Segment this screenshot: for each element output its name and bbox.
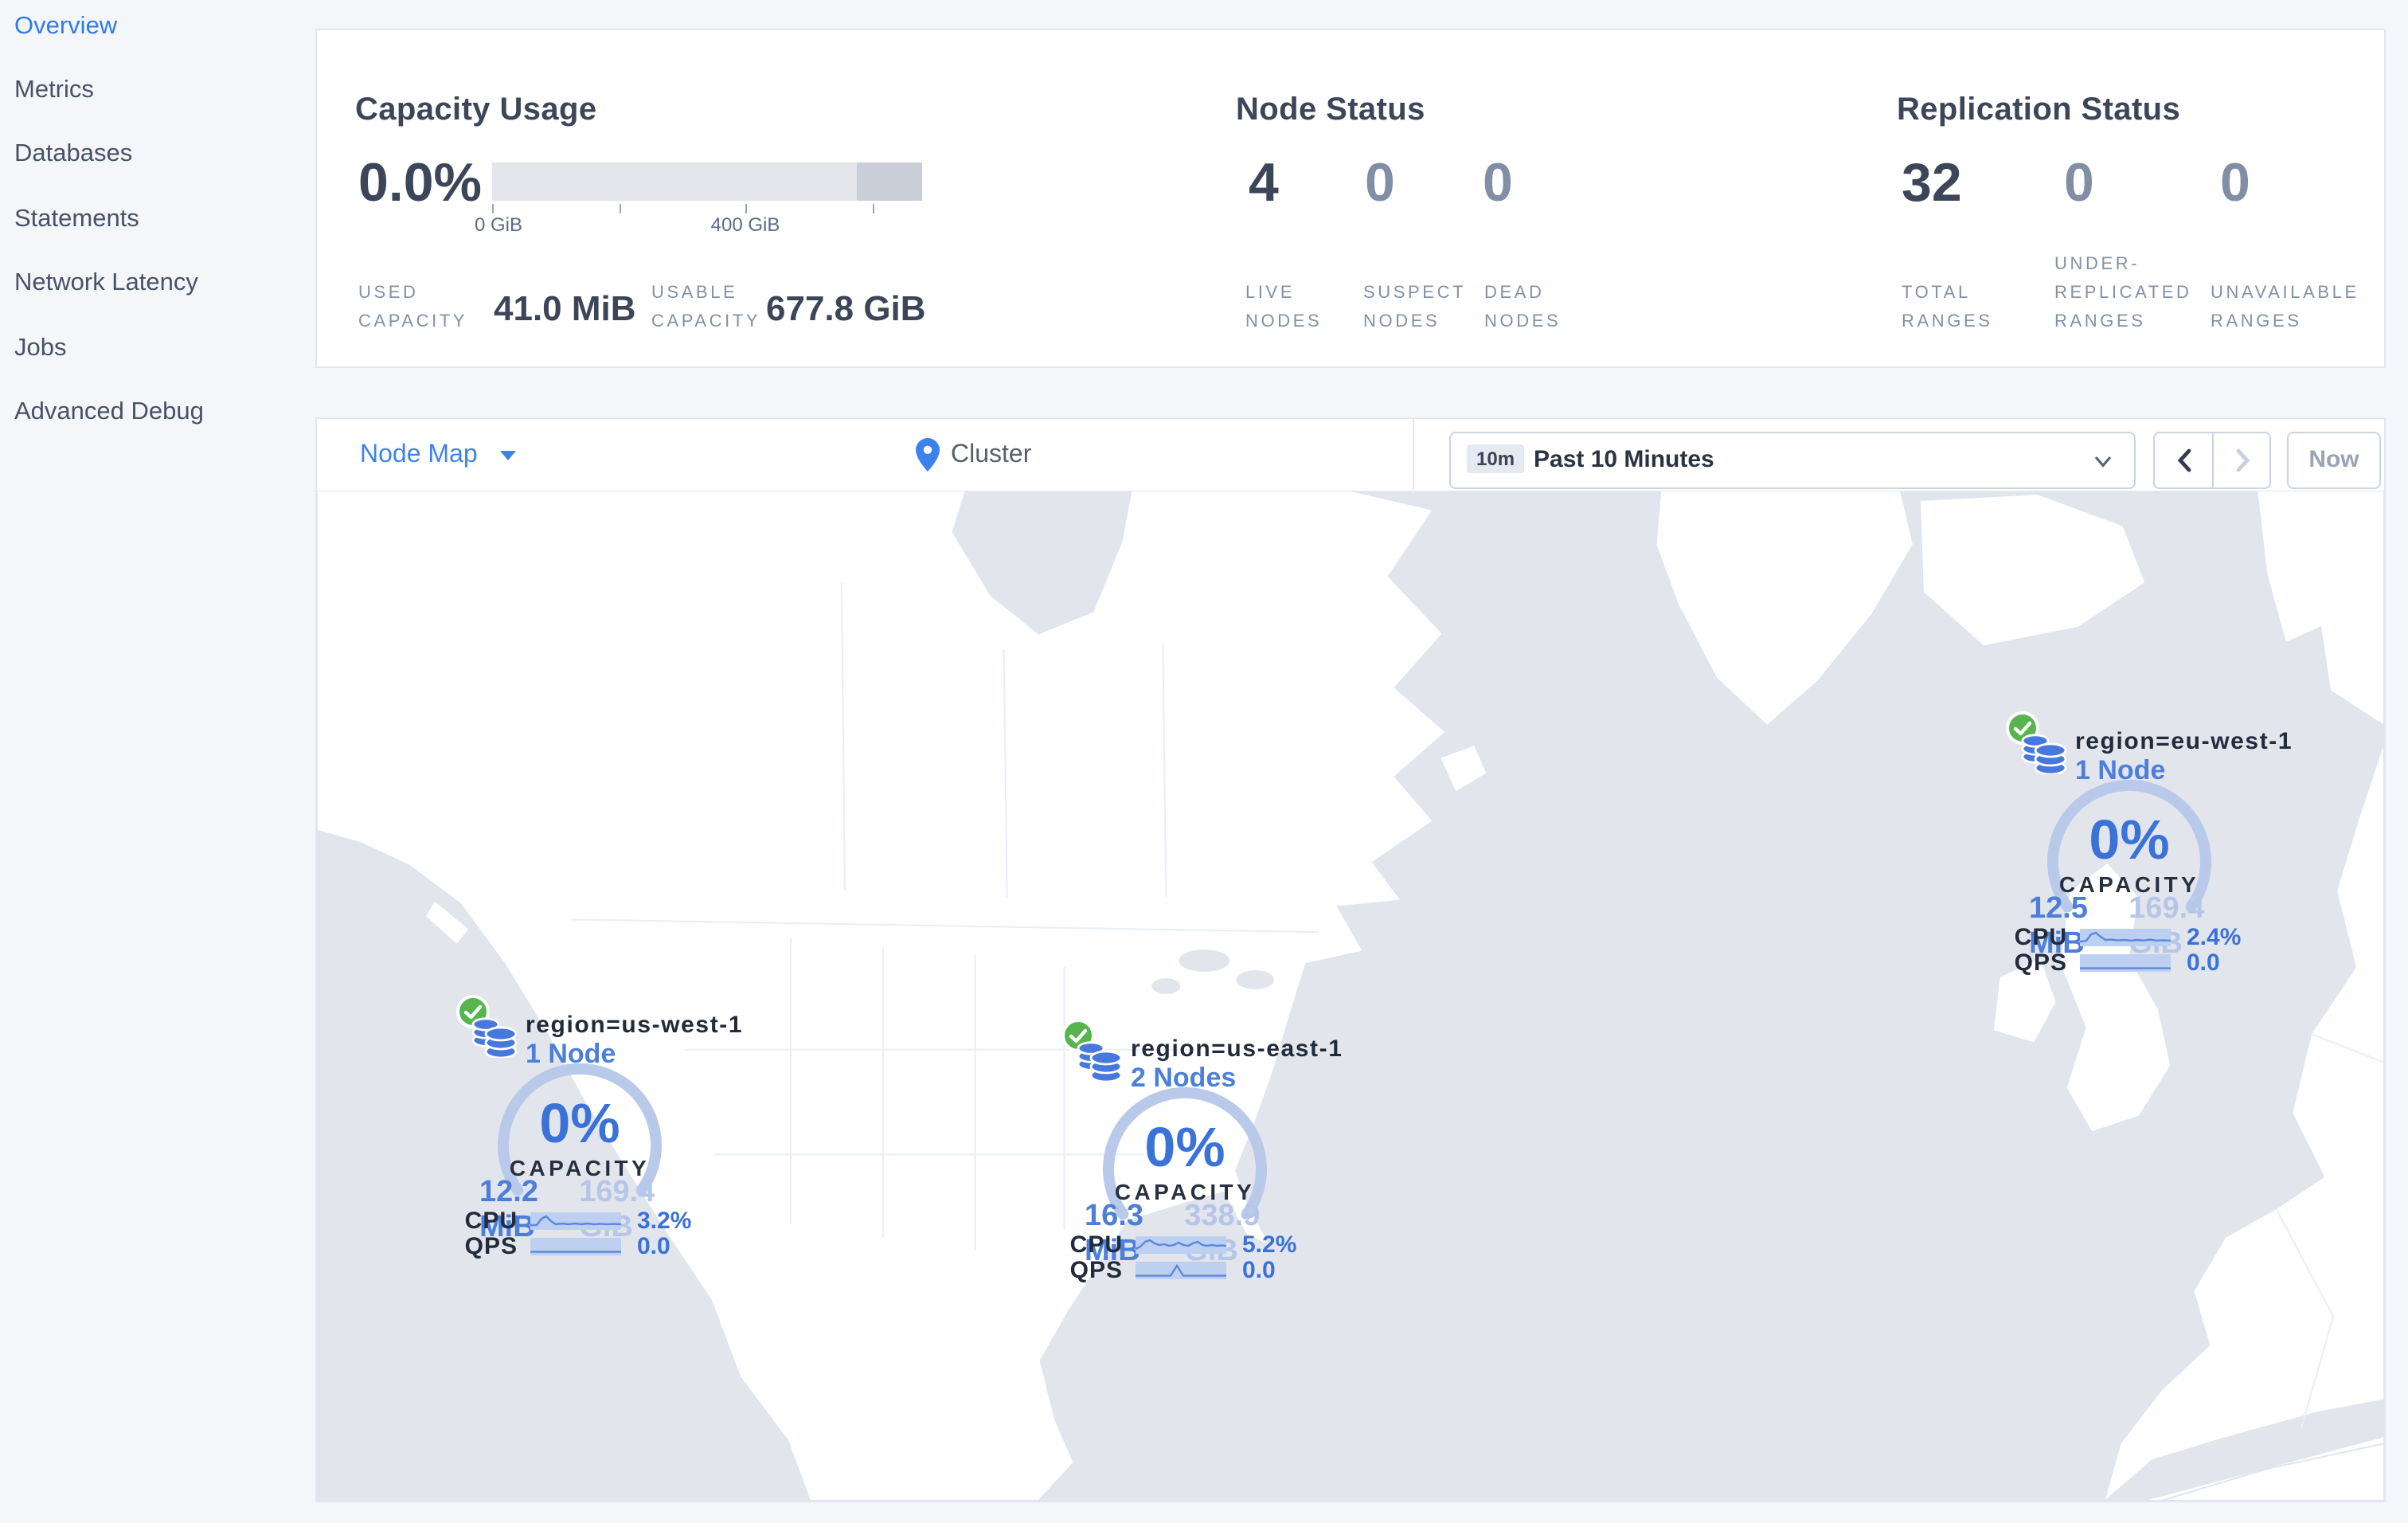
- unavailable-ranges-count: 0: [2220, 153, 2250, 213]
- sidebar-item-metrics[interactable]: Metrics: [14, 73, 94, 108]
- live-nodes-count: 4: [1249, 153, 1279, 213]
- time-pager: [2153, 432, 2271, 489]
- sidebar-item-advanced-debug[interactable]: Advanced Debug: [14, 395, 204, 430]
- usable-capacity-value: 677.8 GiB: [766, 288, 926, 328]
- region-name: region=us-west-1: [526, 1012, 744, 1039]
- chevron-down-icon: [2094, 456, 2112, 468]
- capacity-percent: 0%: [2089, 809, 2170, 871]
- under-replicated-ranges-count: 0: [2064, 153, 2094, 213]
- cpu-sparkline: [1136, 1235, 1226, 1253]
- dead-nodes-count: 0: [1483, 153, 1513, 213]
- qps-value: 0.0: [637, 1232, 670, 1259]
- capacity-usage-bar-reserved-segment: [857, 162, 922, 201]
- qps-sparkline: [530, 1237, 621, 1255]
- breadcrumb-label: Cluster: [951, 441, 1032, 469]
- total-ranges-count: 32: [1902, 153, 1962, 213]
- cpu-sparkline: [2080, 928, 2171, 946]
- live-nodes-label: LIVE NODES: [1245, 284, 1323, 331]
- sidebar-item-statements[interactable]: Statements: [14, 202, 139, 237]
- replication-status-title: Replication Status: [1897, 92, 2181, 127]
- view-mode-label: Node Map: [360, 441, 478, 468]
- chevron-left-icon: [2176, 448, 2191, 472]
- qps-sparkline: [1136, 1261, 1226, 1278]
- sidebar-item-jobs[interactable]: Jobs: [14, 331, 67, 366]
- unavailable-ranges-label: UNAVAILABLE RANGES: [2211, 284, 2359, 331]
- sidebar-item-databases[interactable]: Databases: [14, 137, 132, 172]
- used-capacity-label: USED CAPACITY: [358, 284, 468, 331]
- capacity-axis-tick: [620, 204, 621, 213]
- chevron-down-icon: [499, 450, 516, 460]
- region-name: region=us-east-1: [1131, 1036, 1343, 1063]
- node-map: region=us-west-1 1 Node 0% CAPACITY 12.2…: [317, 491, 2384, 1501]
- capacity-percent: 0%: [539, 1093, 620, 1155]
- toolbar-divider: [1413, 419, 1414, 489]
- capacity-axis-label-400: 400 GiB: [710, 213, 780, 236]
- location-pin-icon: [916, 438, 940, 472]
- sidebar-item-network-latency[interactable]: Network Latency: [14, 266, 198, 301]
- sidebar: Overview Metrics Databases Statements Ne…: [0, 0, 314, 1523]
- region-name: region=eu-west-1: [2075, 728, 2293, 755]
- suspect-nodes-count: 0: [1365, 153, 1395, 213]
- total-ranges-label: TOTAL RANGES: [1902, 284, 1993, 331]
- cpu-sparkline: [530, 1212, 621, 1229]
- under-replicated-ranges-label: UNDER- REPLICATED RANGES: [2054, 255, 2192, 331]
- cpu-label: CPU: [2014, 923, 2067, 950]
- region-marker-eu-west-1: region=eu-west-1 1 Node 0% CAPACITY 12.5…: [1946, 711, 2312, 1029]
- cpu-label: CPU: [464, 1207, 518, 1234]
- cpu-value: 5.2%: [1242, 1231, 1297, 1258]
- breadcrumb-cluster[interactable]: Cluster: [916, 419, 1031, 491]
- map-toolbar: Node Map Cluster 10m Past 10 Minutes Now: [317, 419, 2384, 492]
- chevron-right-icon: [2235, 448, 2250, 472]
- region-marker-us-west-1: region=us-west-1 1 Node 0% CAPACITY 12.2…: [397, 994, 763, 1313]
- node-map-panel: Node Map Cluster 10m Past 10 Minutes Now…: [315, 417, 2386, 1502]
- cpu-label: CPU: [1069, 1231, 1123, 1258]
- node-status-title: Node Status: [1236, 92, 1425, 127]
- used-capacity-value: 41.0 MiB: [494, 288, 636, 328]
- qps-value: 0.0: [2187, 949, 2220, 976]
- qps-label: QPS: [1069, 1256, 1123, 1283]
- qps-sparkline: [2080, 953, 2171, 971]
- region-marker-us-east-1: region=us-east-1 2 Nodes 0% CAPACITY 16.…: [1002, 1018, 1368, 1337]
- cockroachdb-console: Overview Metrics Databases Statements Ne…: [0, 0, 2408, 1523]
- capacity-usage-title: Capacity Usage: [355, 92, 597, 127]
- capacity-usage-bar: [492, 162, 922, 201]
- previous-timeframe-button[interactable]: [2155, 433, 2212, 487]
- cluster-summary-card: Capacity Usage 0.0% 0 GiB 400 GiB USED CA…: [315, 29, 2386, 368]
- capacity-axis-label-0: 0 GiB: [474, 213, 522, 236]
- next-timeframe-button[interactable]: [2214, 433, 2271, 487]
- qps-label: QPS: [464, 1232, 518, 1259]
- capacity-axis-tick: [873, 204, 874, 213]
- sidebar-item-overview[interactable]: Overview: [14, 10, 117, 45]
- capacity-percent: 0%: [1144, 1117, 1226, 1179]
- suspect-nodes-label: SUSPECT NODES: [1363, 284, 1467, 331]
- qps-label: QPS: [2014, 949, 2067, 976]
- dead-nodes-label: DEAD NODES: [1484, 284, 1562, 331]
- capacity-axis-tick: [492, 204, 494, 213]
- capacity-usage-percent: 0.0%: [358, 153, 482, 213]
- view-mode-dropdown[interactable]: Node Map: [360, 419, 516, 491]
- time-range-badge: 10m: [1467, 444, 1525, 473]
- now-button[interactable]: Now: [2287, 432, 2381, 489]
- time-range-label: Past 10 Minutes: [1534, 446, 1714, 473]
- usable-capacity-label: USABLE CAPACITY: [651, 284, 761, 331]
- cpu-value: 2.4%: [2187, 923, 2242, 950]
- qps-value: 0.0: [1242, 1256, 1276, 1283]
- capacity-axis-tick: [745, 204, 747, 213]
- cpu-value: 3.2%: [637, 1207, 692, 1234]
- time-range-dropdown[interactable]: 10m Past 10 Minutes: [1449, 432, 2136, 489]
